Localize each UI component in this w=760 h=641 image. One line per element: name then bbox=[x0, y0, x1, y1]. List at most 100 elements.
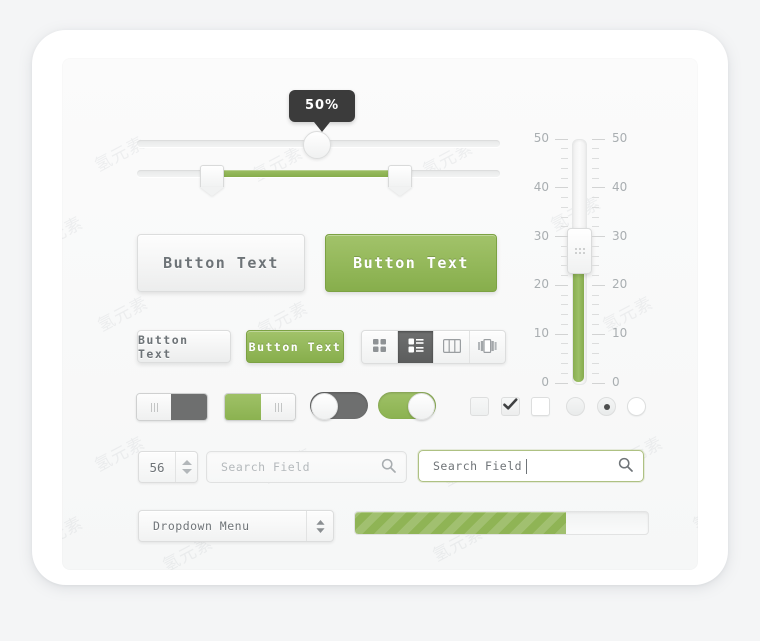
scale-label: 30 bbox=[612, 228, 628, 243]
square-toggle-on[interactable] bbox=[224, 393, 296, 421]
range-slider-handle-high[interactable] bbox=[388, 165, 412, 187]
large-light-button-label: Button Text bbox=[163, 254, 279, 272]
scale-tick-major bbox=[592, 187, 605, 189]
search-icon[interactable] bbox=[381, 458, 396, 477]
scale-tick-minor bbox=[561, 158, 568, 160]
watermark: 氢元素 bbox=[697, 154, 698, 201]
view-mode-columns[interactable] bbox=[434, 331, 470, 363]
dot-grip-icon bbox=[574, 248, 585, 254]
column-view-icon bbox=[442, 338, 461, 357]
stepper-arrows[interactable] bbox=[175, 452, 197, 482]
checkbox-white[interactable] bbox=[531, 397, 550, 416]
tooltip-label: 50% bbox=[305, 98, 340, 113]
scale-tick-major bbox=[555, 138, 568, 140]
view-mode-toolbar[interactable] bbox=[361, 330, 506, 364]
number-stepper[interactable]: 56 bbox=[138, 451, 198, 483]
stepper-down-icon[interactable] bbox=[181, 469, 192, 474]
scale-tick-minor bbox=[561, 275, 568, 277]
scale-tick-major bbox=[592, 236, 605, 238]
scale-tick-minor bbox=[592, 294, 599, 296]
round-toggle-on[interactable] bbox=[378, 392, 436, 420]
ui-kit-canvas: 氢元素氢元素氢元素氢元素氢元素氢元素氢元素氢元素氢元素氢元素氢元素氢元素氢元素氢… bbox=[0, 0, 760, 641]
grid-view-icon bbox=[372, 338, 387, 357]
small-green-button-label: Button Text bbox=[248, 339, 342, 354]
round-toggle-on-knob bbox=[408, 393, 435, 420]
checkbox-gray[interactable] bbox=[470, 397, 489, 416]
scale-tick-minor bbox=[592, 353, 599, 355]
scale-tick-minor bbox=[592, 372, 599, 374]
chevron-updown-icon[interactable] bbox=[306, 511, 333, 541]
range-slider-handle-low[interactable] bbox=[200, 165, 224, 187]
scale-tick-minor bbox=[592, 177, 599, 179]
scale-label: 40 bbox=[533, 179, 549, 194]
scale-tick-minor bbox=[592, 206, 599, 208]
scale-tick-minor bbox=[592, 216, 599, 218]
scale-tick-major bbox=[592, 333, 605, 335]
scale-tick-minor bbox=[592, 304, 599, 306]
stepper-value[interactable]: 56 bbox=[139, 452, 175, 482]
scale-tick-minor bbox=[592, 275, 599, 277]
scale-tick-minor bbox=[592, 255, 599, 257]
search-field-focused[interactable]: Search Field bbox=[418, 450, 644, 482]
single-slider-handle[interactable] bbox=[303, 131, 331, 159]
coverflow-view-icon bbox=[478, 338, 497, 357]
dropdown-menu[interactable]: Dropdown Menu bbox=[138, 510, 334, 542]
scale-tick-minor bbox=[592, 265, 599, 267]
scale-label: 50 bbox=[612, 131, 628, 145]
scale-tick-major bbox=[592, 138, 605, 140]
text-caret bbox=[525, 458, 527, 474]
range-slider-fill bbox=[218, 170, 400, 177]
radio-selected[interactable] bbox=[597, 397, 616, 416]
scale-label: 0 bbox=[612, 375, 620, 389]
scale-tick-minor bbox=[561, 304, 568, 306]
square-toggle-on-track bbox=[225, 394, 261, 420]
scale-tick-minor bbox=[561, 177, 568, 179]
large-light-button[interactable]: Button Text bbox=[137, 234, 305, 292]
scale-label: 0 bbox=[541, 375, 549, 389]
scale-tick-minor bbox=[561, 265, 568, 267]
scale-label: 50 bbox=[533, 131, 549, 145]
radio-white[interactable] bbox=[627, 397, 646, 416]
vertical-slider-handle[interactable] bbox=[567, 228, 592, 274]
scale-tick-major bbox=[555, 236, 568, 238]
vertical-slider-scale-right: 50 40 30 20 10 0 bbox=[592, 131, 650, 389]
view-mode-list[interactable] bbox=[398, 331, 434, 363]
view-mode-coverflow[interactable] bbox=[470, 331, 505, 363]
scale-label: 40 bbox=[612, 179, 628, 194]
scale-label: 10 bbox=[612, 326, 628, 341]
square-toggle-off-knob bbox=[137, 394, 171, 420]
search-input-value[interactable]: Search Field bbox=[433, 459, 525, 473]
watermark: 氢元素 bbox=[689, 493, 698, 537]
checkbox-checked[interactable] bbox=[501, 397, 520, 416]
vertical-slider-fill bbox=[573, 265, 584, 382]
scale-tick-minor bbox=[561, 294, 568, 296]
small-light-button-label: Button Text bbox=[138, 332, 189, 361]
stepper-up-icon[interactable] bbox=[181, 460, 192, 465]
scale-label: 10 bbox=[533, 326, 549, 341]
scale-tick-major bbox=[555, 187, 568, 189]
watermark: 氢元素 bbox=[62, 513, 87, 557]
scale-tick-minor bbox=[561, 167, 568, 169]
scale-tick-minor bbox=[561, 372, 568, 374]
square-toggle-off[interactable] bbox=[136, 393, 208, 421]
small-light-button[interactable]: Button Text bbox=[137, 330, 231, 363]
view-mode-grid[interactable] bbox=[362, 331, 398, 363]
scale-tick-minor bbox=[592, 167, 599, 169]
search-icon[interactable] bbox=[618, 457, 633, 476]
small-green-button[interactable]: Button Text bbox=[246, 330, 344, 363]
large-green-button[interactable]: Button Text bbox=[325, 234, 497, 292]
scale-label: 20 bbox=[533, 277, 549, 292]
search-field-default[interactable]: Search Field bbox=[206, 451, 407, 483]
round-toggle-off[interactable] bbox=[310, 392, 368, 420]
scale-tick-major bbox=[555, 333, 568, 335]
search-input-placeholder[interactable]: Search Field bbox=[221, 460, 381, 474]
scale-tick-minor bbox=[561, 362, 568, 364]
radio-gray[interactable] bbox=[566, 397, 585, 416]
scale-tick-major bbox=[555, 284, 568, 286]
scale-tick-minor bbox=[592, 148, 599, 150]
scale-tick-major bbox=[592, 382, 605, 384]
scale-tick-minor bbox=[561, 323, 568, 325]
scale-tick-minor bbox=[561, 255, 568, 257]
progress-bar-fill bbox=[355, 512, 566, 534]
scale-label: 20 bbox=[612, 277, 628, 292]
